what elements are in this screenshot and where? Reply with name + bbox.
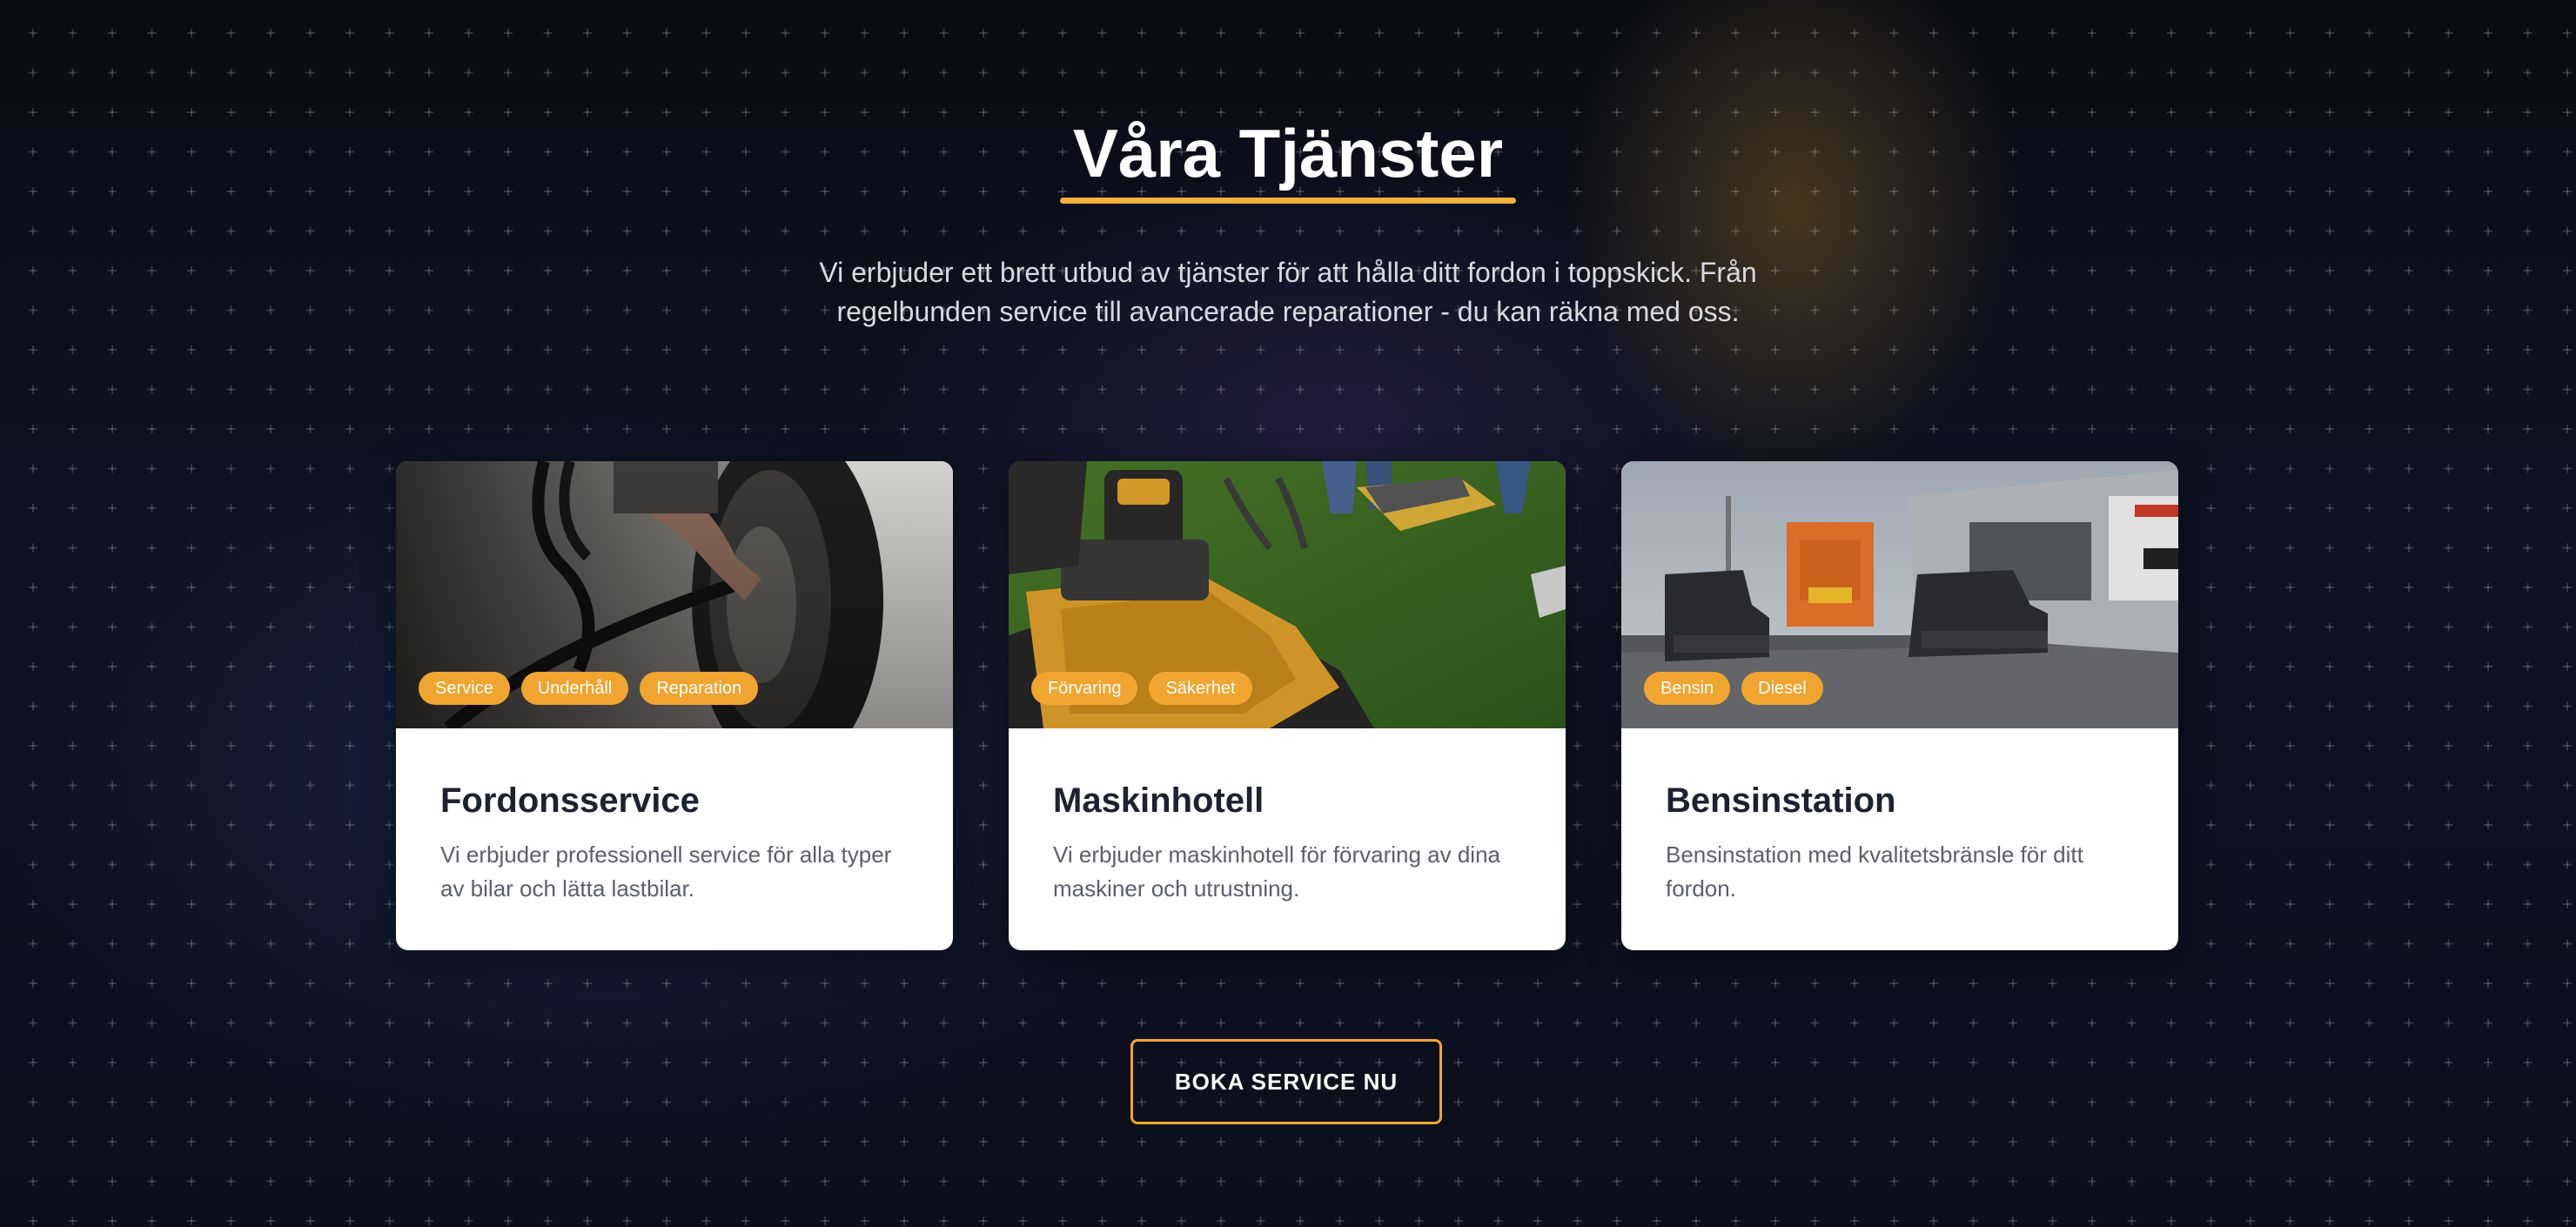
- lawn-mower-photo: Förvaring Säkerhet: [1009, 461, 1566, 728]
- tag-service: Service: [419, 672, 510, 705]
- services-section: Våra Tjänster Vi erbjuder ett brett utbu…: [0, 0, 2576, 1227]
- card-tags: Bensin Diesel: [1644, 672, 1823, 705]
- tag-reparation: Reparation: [640, 672, 759, 705]
- tag-bensin: Bensin: [1644, 672, 1731, 705]
- card-tags: Förvaring Säkerhet: [1031, 672, 1252, 705]
- card-description: Vi erbjuder professionell service för al…: [440, 841, 892, 902]
- service-card-fordonsservice[interactable]: Service Underhåll Reparation Fordonsserv…: [396, 461, 953, 950]
- card-title: Maskinhotell: [1053, 781, 1265, 820]
- card-title: Bensinstation: [1666, 781, 1896, 820]
- section-subtitle: Vi erbjuder ett brett utbud av tjänster …: [819, 257, 1757, 327]
- service-card-maskinhotell[interactable]: Förvaring Säkerhet Maskinhotell Vi erbju…: [1009, 461, 1566, 950]
- section-title: Våra Tjänster: [1072, 115, 1504, 191]
- card-description: Bensinstation med kvalitetsbränsle för d…: [1666, 841, 2083, 902]
- tag-underhall: Underhåll: [520, 672, 629, 705]
- service-card-bensinstation[interactable]: Bensin Diesel Bensinstation Bensinstatio…: [1621, 461, 2178, 950]
- tag-forvaring: Förvaring: [1031, 672, 1138, 705]
- card-tags: Service Underhåll Reparation: [419, 672, 759, 705]
- gas-station-photo: Bensin Diesel: [1621, 461, 2178, 728]
- tire-service-photo: Service Underhåll Reparation: [396, 461, 953, 728]
- tag-diesel: Diesel: [1741, 672, 1823, 705]
- card-title: Fordonsservice: [440, 781, 700, 820]
- tag-sakerhet: Säkerhet: [1149, 672, 1252, 705]
- book-service-button[interactable]: BOKA SERVICE NU: [1130, 1039, 1442, 1124]
- card-description: Vi erbjuder maskinhotell för förvaring a…: [1053, 841, 1501, 902]
- title-underline: [1060, 198, 1516, 204]
